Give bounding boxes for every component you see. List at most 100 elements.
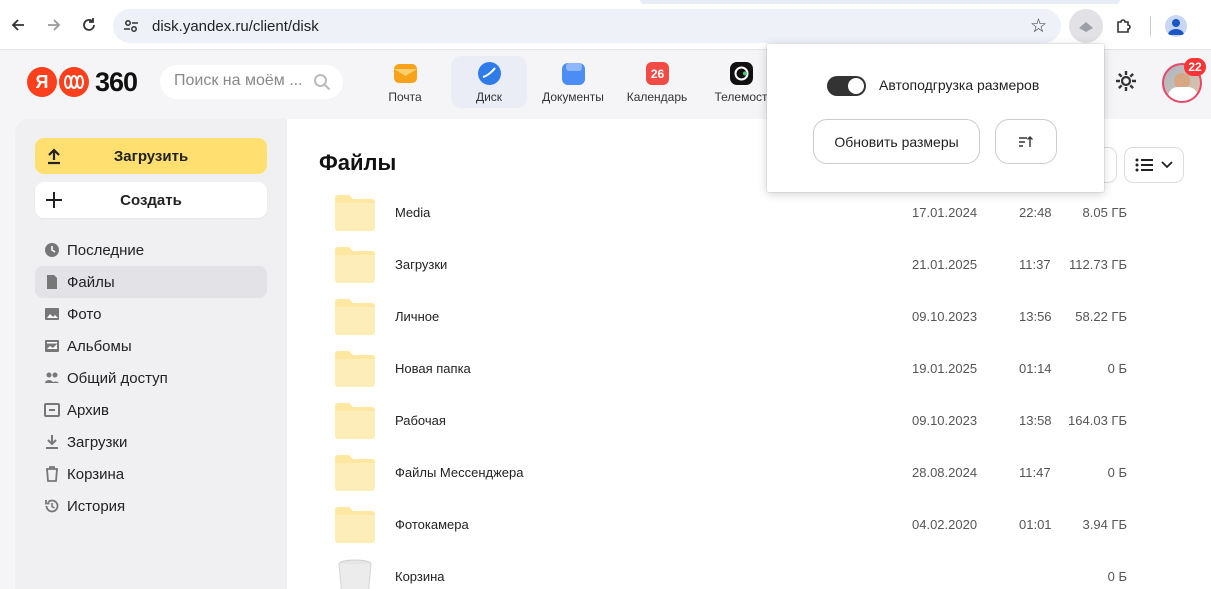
file-row[interactable]: Фотокамера 04.02.2020 01:01 3.94 ГБ	[327, 499, 1187, 551]
reload-button[interactable]	[77, 13, 101, 37]
360-ring-icon	[59, 67, 89, 97]
trash-icon	[46, 466, 58, 482]
sidebar-item-shared[interactable]: Общий доступ	[35, 362, 267, 394]
folder-icon	[335, 403, 375, 439]
file-size: 164.03 ГБ	[1068, 413, 1127, 428]
refresh-sizes-button[interactable]: Обновить размеры	[813, 119, 980, 164]
sidebar-item-photo[interactable]: Фото	[35, 298, 267, 330]
sidebar-item-label: Корзина	[67, 465, 125, 483]
file-date: 17.01.2024	[912, 205, 978, 220]
extension-popup: Автоподгрузка размеров Обновить размеры	[767, 44, 1104, 192]
file-date: 09.10.2023	[912, 413, 978, 428]
forward-button[interactable]	[42, 13, 66, 37]
page-title: Файлы	[319, 150, 397, 175]
create-label: Создать	[120, 191, 182, 209]
sidebar-item-archive[interactable]: Архив	[35, 394, 267, 426]
address-bar[interactable]: disk.yandex.ru/client/disk ☆	[113, 9, 1061, 43]
file-row[interactable]: Новая папка 19.01.2025 01:14 0 Б	[327, 343, 1187, 395]
create-button[interactable]: Создать	[35, 182, 267, 218]
service-label: Документы	[542, 90, 604, 104]
sidebar-item-downloads[interactable]: Загрузки	[35, 426, 267, 458]
trash-bin-icon	[338, 559, 372, 589]
svg-text:26: 26	[651, 67, 665, 81]
upload-button[interactable]: Загрузить	[35, 138, 267, 174]
file-row[interactable]: Личное 09.10.2023 13:56 58.22 ГБ	[327, 291, 1187, 343]
photo-icon	[45, 308, 59, 320]
plus-icon	[46, 192, 62, 208]
sidebar-item-label: Архив	[67, 401, 110, 419]
file-time: 13:56	[1019, 309, 1052, 324]
service-calendar[interactable]: 26 Календарь	[619, 56, 695, 108]
browser-toolbar: disk.yandex.ru/client/disk ☆	[0, 0, 1211, 50]
url-text[interactable]: disk.yandex.ru/client/disk	[152, 18, 319, 35]
file-name: Загрузки	[395, 257, 448, 272]
file-row[interactable]: Корзина 0 Б	[327, 551, 1187, 589]
list-view-icon	[1135, 158, 1153, 172]
folder-icon	[335, 299, 375, 335]
file-row[interactable]: Загрузки 21.01.2025 11:37 112.73 ГБ	[327, 239, 1187, 291]
sidebar-item-history[interactable]: История	[35, 490, 267, 522]
sidebar-item-albums[interactable]: Альбомы	[35, 330, 267, 362]
logo-text: 360	[95, 66, 138, 97]
sidebar-item-label: Файлы	[67, 273, 115, 291]
file-name: Новая папка	[395, 361, 471, 376]
puzzle-icon	[1117, 19, 1131, 33]
download-icon	[46, 435, 58, 449]
toolbar-separator	[1150, 16, 1151, 36]
upload-icon	[48, 148, 60, 165]
file-date: 21.01.2025	[912, 257, 978, 272]
file-size: 0 Б	[1107, 569, 1127, 584]
toggle-label: Автоподгрузка размеров	[879, 77, 1040, 93]
auto-size-toggle[interactable]	[827, 76, 866, 96]
settings-gear-icon[interactable]	[1115, 70, 1137, 92]
site-settings-icon[interactable]	[123, 18, 139, 34]
extensions-menu-button[interactable]	[1107, 9, 1141, 43]
file-row[interactable]: Media 17.01.2024 22:48 8.05 ГБ	[327, 187, 1187, 239]
sidebar-item-recent[interactable]: Последние	[35, 234, 267, 266]
file-size: 112.73 ГБ	[1069, 257, 1127, 272]
file-size: 0 Б	[1107, 465, 1127, 480]
search-box[interactable]	[160, 65, 343, 99]
sort-button[interactable]	[995, 119, 1057, 164]
service-label: Календарь	[626, 90, 688, 104]
file-date: 04.02.2020	[912, 517, 978, 532]
search-input[interactable]	[174, 72, 314, 90]
mail-icon	[394, 64, 417, 83]
file-row[interactable]: Файлы Мессенджера 28.08.2024 11:47 0 Б	[327, 447, 1187, 499]
folder-icon	[335, 247, 375, 283]
reload-icon	[83, 18, 95, 31]
file-name: Файлы Мессенджера	[395, 465, 524, 480]
tab-strip	[640, 0, 1120, 4]
folder-icon	[335, 195, 375, 231]
file-time: 11:47	[1019, 465, 1051, 480]
service-mail[interactable]: Почта	[367, 56, 443, 108]
browser-profile-button[interactable]	[1165, 15, 1187, 37]
extension-button-active[interactable]	[1069, 9, 1103, 43]
service-disk[interactable]: Диск	[451, 56, 527, 108]
extension-cloud-icon	[1079, 22, 1093, 32]
sort-icon	[1019, 135, 1033, 147]
sidebar-item-label: История	[67, 497, 126, 515]
sidebar-item-trash[interactable]: Корзина	[35, 458, 267, 490]
file-row[interactable]: Рабочая 09.10.2023 13:58 164.03 ГБ	[327, 395, 1187, 447]
file-date: 09.10.2023	[912, 309, 978, 324]
arrow-right-icon	[48, 19, 61, 31]
file-time: 22:48	[1019, 205, 1052, 220]
back-button[interactable]	[6, 13, 30, 37]
toggle-knob	[848, 78, 864, 94]
disk-icon	[478, 62, 501, 85]
sidebar-item-files[interactable]: Файлы	[35, 266, 267, 298]
file-date: 19.01.2025	[912, 361, 978, 376]
upload-label: Загрузить	[113, 147, 189, 165]
clock-icon	[45, 243, 59, 257]
service-label: Диск	[475, 90, 503, 104]
telemost-icon	[730, 62, 753, 85]
file-name: Личное	[395, 309, 440, 324]
search-icon[interactable]	[313, 73, 331, 91]
service-documents[interactable]: Документы	[535, 56, 611, 108]
sidebar-item-label: Альбомы	[67, 337, 132, 355]
bookmark-star-icon[interactable]: ☆	[1030, 15, 1047, 38]
view-mode-button[interactable]	[1124, 147, 1184, 183]
archive-icon	[44, 403, 60, 417]
yandex-360-logo[interactable]: Я 360	[27, 66, 138, 98]
